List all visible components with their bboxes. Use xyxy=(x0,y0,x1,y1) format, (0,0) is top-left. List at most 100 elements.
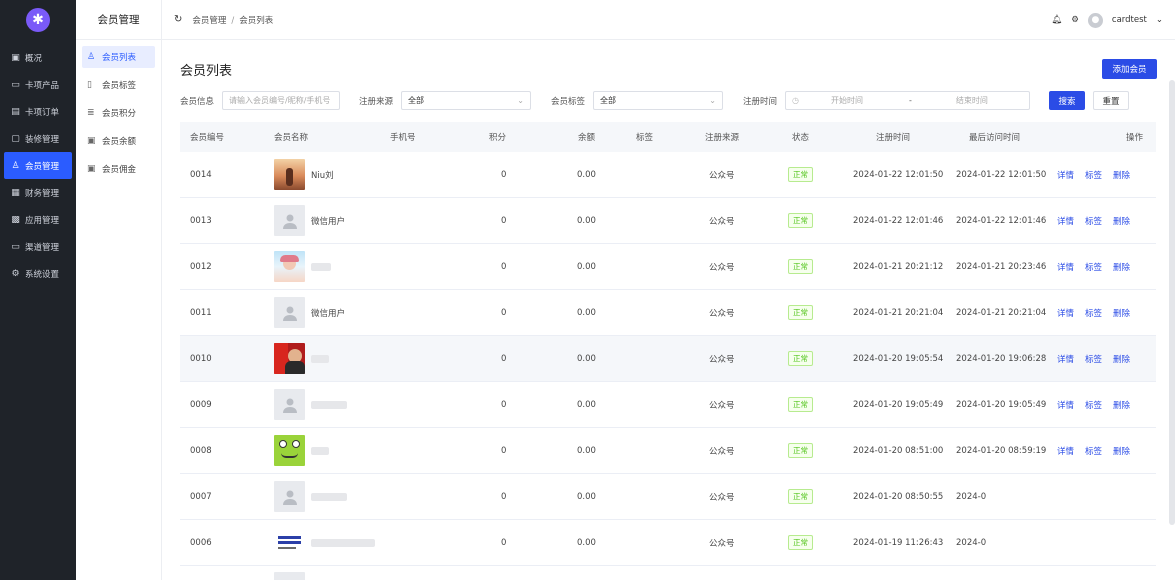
tag-link[interactable]: 标签 xyxy=(1085,261,1102,273)
detail-link[interactable]: 详情 xyxy=(1057,261,1074,273)
decoration-icon: ▢ xyxy=(11,133,20,144)
member-balance: 0.00 xyxy=(577,353,596,364)
member-points: 0 xyxy=(501,169,507,180)
delete-link[interactable]: 删除 xyxy=(1113,399,1130,411)
status-cell: 正常 xyxy=(788,290,813,335)
member-name-cell[interactable] xyxy=(274,244,331,289)
member-last-visit: 2024-01-20 19:06:28 xyxy=(956,353,1047,364)
submenu-title: 会员管理 xyxy=(76,0,161,40)
tag-link[interactable]: 标签 xyxy=(1085,169,1102,181)
reset-button[interactable]: 重置 xyxy=(1093,91,1129,110)
submenu-item-member-points[interactable]: ≣ 会员积分 xyxy=(82,102,155,124)
table-row: 0014 Niu刘 0 0.00 公众号 正常 2024-01-22 12:01:50 202… xyxy=(180,152,1156,198)
member-info-input[interactable]: 请输入会员编号/昵称/手机号 xyxy=(222,91,340,110)
delete-link[interactable]: 删除 xyxy=(1113,445,1130,457)
col-header-reg-time: 注册时间 xyxy=(876,133,911,143)
member-balance: 0.00 xyxy=(577,491,596,502)
member-name-cell[interactable] xyxy=(274,336,329,381)
app-logo-icon: ✱ xyxy=(26,8,50,32)
bell-icon[interactable]: 🔔︎ xyxy=(1052,15,1063,25)
row-actions: 详情 标签 删除 xyxy=(1057,336,1141,381)
username[interactable]: cardtest xyxy=(1112,15,1147,25)
submenu-item-member-tags[interactable]: ▯ 会员标签 xyxy=(82,74,155,96)
add-member-button[interactable]: 添加会员 xyxy=(1102,59,1157,79)
tag-link[interactable]: 标签 xyxy=(1085,399,1102,411)
member-name-cell[interactable] xyxy=(274,520,375,565)
sub-sidebar: 会员管理 ♙ 会员列表 ▯ 会员标签 ≣ 会员积分 ▣ 会员余额 ▣ 会员佣金 xyxy=(76,0,162,580)
member-last-visit: 2024-01-20 19:05:49 xyxy=(956,399,1047,410)
card-icon: ▭ xyxy=(11,79,20,90)
sidebar-item-channels[interactable]: ▭ 渠道管理 xyxy=(0,233,76,260)
member-info-label: 会员信息 xyxy=(180,97,215,107)
delete-link[interactable]: 删除 xyxy=(1113,261,1130,273)
delete-link[interactable]: 删除 xyxy=(1113,215,1130,227)
member-id: 0009 xyxy=(190,399,212,410)
avatar[interactable]: ● xyxy=(1087,12,1103,28)
member-id: 0010 xyxy=(190,353,212,364)
member-name-cell[interactable]: Niu刘 xyxy=(274,152,334,197)
status-cell: 正常 xyxy=(788,336,813,381)
member-last-visit: 2024-01-22 12:01:50 xyxy=(956,169,1047,180)
member-name-cell[interactable]: 微信用户 xyxy=(274,290,345,335)
member-name-redacted xyxy=(311,400,347,409)
tag-select[interactable]: 全部 ⌄ xyxy=(593,91,723,110)
row-actions: 详情 标签 删除 xyxy=(1057,290,1141,335)
detail-link[interactable]: 详情 xyxy=(1057,445,1074,457)
delete-link[interactable]: 删除 xyxy=(1113,353,1130,365)
table-header: 会员编号 会员名称 手机号 积分 余额 标签 注册来源 状态 注册时间 最后访问… xyxy=(180,122,1156,152)
delete-link[interactable]: 删除 xyxy=(1113,307,1130,319)
start-date-input[interactable]: 开始时间 xyxy=(831,95,863,106)
search-button[interactable]: 搜索 xyxy=(1049,91,1085,110)
member-name-cell[interactable] xyxy=(274,428,329,473)
member-id: 0008 xyxy=(190,445,212,456)
status-badge: 正常 xyxy=(788,259,813,274)
detail-link[interactable]: 详情 xyxy=(1057,353,1074,365)
avatar xyxy=(274,343,305,374)
sidebar-item-overview[interactable]: ▣ 概况 xyxy=(0,44,76,71)
table-row: 0009 0 0.00 公众号 正常 2024-01-20 19:05:49 2024-01… xyxy=(180,382,1156,428)
sidebar-item-card-products[interactable]: ▭ 卡项产品 xyxy=(0,71,76,98)
sidebar-item-decoration[interactable]: ▢ 装修管理 xyxy=(0,125,76,152)
member-id: 0012 xyxy=(190,261,212,272)
chevron-down-icon[interactable]: ⌄ xyxy=(1156,15,1163,25)
tag-label: 会员标签 xyxy=(551,97,586,107)
app-icon: ▩ xyxy=(11,214,20,225)
tag-link[interactable]: 标签 xyxy=(1085,215,1102,227)
member-id: 0013 xyxy=(190,215,212,226)
table-body: 0014 Niu刘 0 0.00 公众号 正常 2024-01-22 12:01:50 202… xyxy=(180,152,1156,580)
avatar xyxy=(274,251,305,282)
detail-link[interactable]: 详情 xyxy=(1057,399,1074,411)
member-name-cell[interactable] xyxy=(274,474,347,519)
delete-link[interactable]: 删除 xyxy=(1113,169,1130,181)
sidebar-item-members[interactable]: ♙ 会员管理 xyxy=(4,152,72,179)
member-name-cell[interactable] xyxy=(274,382,347,427)
tag-link[interactable]: 标签 xyxy=(1085,445,1102,457)
source-select[interactable]: 全部 ⌄ xyxy=(401,91,531,110)
detail-link[interactable]: 详情 xyxy=(1057,215,1074,227)
member-last-visit: 2024-01-22 12:01:46 xyxy=(956,215,1047,226)
status-cell: 正常 xyxy=(788,382,813,427)
submenu-item-member-list[interactable]: ♙ 会员列表 xyxy=(82,46,155,68)
tag-link[interactable]: 标签 xyxy=(1085,353,1102,365)
submenu-item-member-balance[interactable]: ▣ 会员余额 xyxy=(82,130,155,152)
detail-link[interactable]: 详情 xyxy=(1057,307,1074,319)
bookmark-icon: ▯ xyxy=(87,80,92,90)
default-avatar-icon xyxy=(274,205,305,236)
breadcrumb-item-members[interactable]: 会员管理 xyxy=(192,16,226,26)
sidebar-item-apps[interactable]: ▩ 应用管理 xyxy=(0,206,76,233)
detail-link[interactable]: 详情 xyxy=(1057,169,1074,181)
sidebar-item-settings[interactable]: ⚙ 系统设置 xyxy=(0,260,76,287)
scrollbar[interactable] xyxy=(1169,80,1175,525)
member-name-cell[interactable]: 微信用户 xyxy=(274,198,345,243)
col-header-status: 状态 xyxy=(792,133,810,143)
member-balance: 0.00 xyxy=(577,445,596,456)
tag-link[interactable]: 标签 xyxy=(1085,307,1102,319)
sidebar-item-card-orders[interactable]: ▤ 卡项订单 xyxy=(0,98,76,125)
end-date-input[interactable]: 结束时间 xyxy=(956,95,988,106)
col-header-last-visit: 最后访问时间 xyxy=(969,133,1021,143)
submenu-item-member-commission[interactable]: ▣ 会员佣金 xyxy=(82,158,155,180)
date-range-picker[interactable]: ◷ 开始时间 - 结束时间 xyxy=(785,91,1030,110)
gear-icon[interactable]: ⚙ xyxy=(1071,15,1079,25)
sidebar-item-finance[interactable]: ▦ 财务管理 xyxy=(0,179,76,206)
refresh-icon[interactable]: ↻ xyxy=(174,14,182,25)
